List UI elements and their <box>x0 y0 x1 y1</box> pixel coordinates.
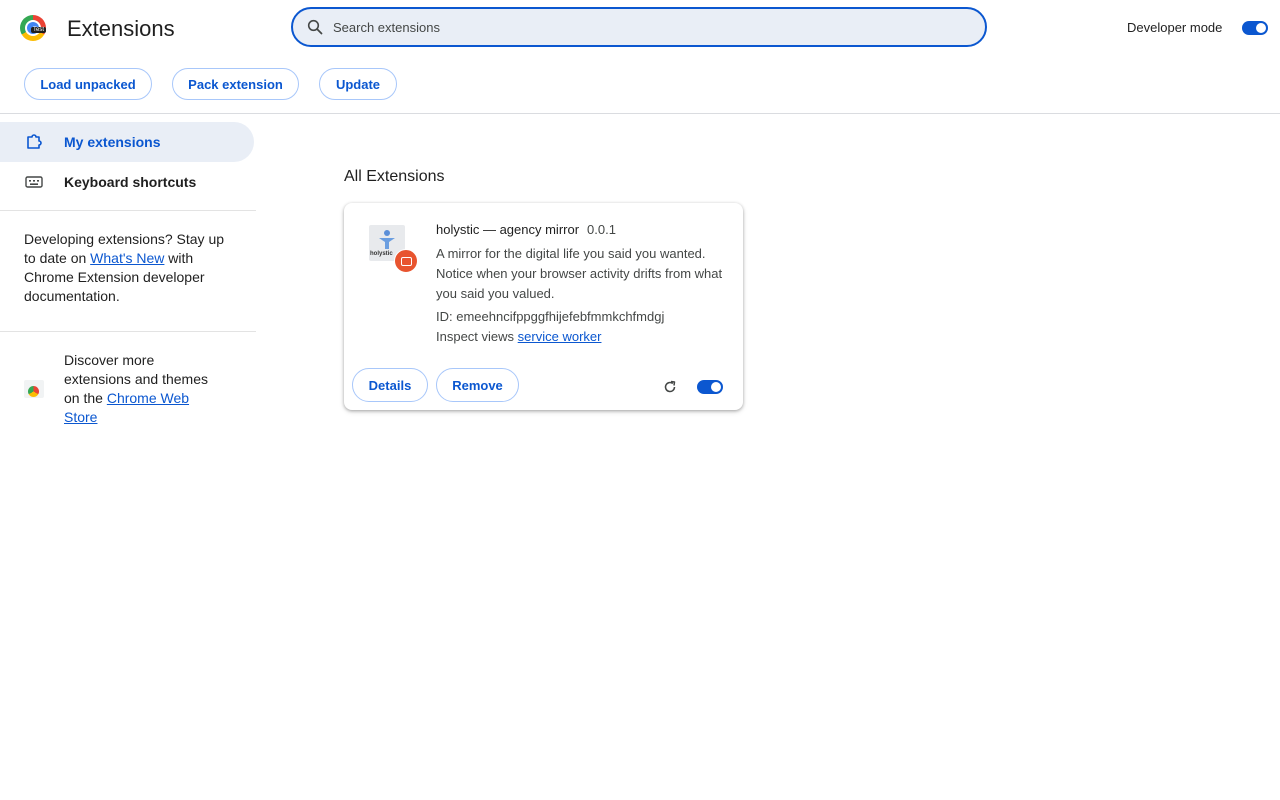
extension-name-line: holystic — agency mirror 0.0.1 <box>436 222 616 237</box>
service-worker-link[interactable]: service worker <box>518 329 602 344</box>
search-icon <box>307 19 323 35</box>
remove-button[interactable]: Remove <box>436 368 519 402</box>
keyboard-icon <box>24 172 44 192</box>
test-badge: Test <box>31 27 47 33</box>
sidebar-item-my-extensions[interactable]: My extensions <box>0 122 254 162</box>
sidebar-divider <box>0 210 256 211</box>
load-unpacked-button[interactable]: Load unpacked <box>24 68 152 100</box>
extension-id: ID: emeehncifppggfhijefebfmmkchfmdgj <box>436 309 665 324</box>
extension-description: A mirror for the digital life you said y… <box>436 246 723 301</box>
search-input[interactable] <box>331 18 935 36</box>
sidebar-divider <box>0 331 256 332</box>
web-store-note: Discover more extensions and themes on t… <box>64 352 208 425</box>
reload-icon[interactable] <box>662 379 678 395</box>
extension-enable-toggle[interactable] <box>697 380 723 394</box>
header-divider <box>0 113 1280 114</box>
page-title: Extensions <box>67 16 175 41</box>
extension-version: 0.0.1 <box>587 222 616 237</box>
whats-new-note: Developing extensions? Stay up to date o… <box>24 231 225 304</box>
extension-card: holystic holystic — agency mirror 0.0.1 A… <box>344 203 743 410</box>
sidebar-item-keyboard-shortcuts[interactable]: Keyboard shortcuts <box>0 162 254 202</box>
section-title: All Extensions <box>344 168 445 185</box>
extension-name: holystic — agency mirror <box>436 222 580 237</box>
record-badge-icon <box>394 249 418 273</box>
inspect-views: Inspect views service worker <box>436 329 602 344</box>
pack-extension-button[interactable]: Pack extension <box>172 68 299 100</box>
chrome-web-store-icon <box>24 380 44 398</box>
sidebar-item-label: My extensions <box>64 134 161 150</box>
developer-mode-toggle[interactable] <box>1242 21 1268 35</box>
whats-new-link[interactable]: What's New <box>90 250 164 266</box>
sidebar-item-label: Keyboard shortcuts <box>64 174 197 190</box>
details-button[interactable]: Details <box>352 368 428 402</box>
developer-mode-label: Developer mode <box>1127 20 1223 35</box>
search-bar[interactable] <box>291 7 987 47</box>
extension-puzzle-icon <box>24 132 44 152</box>
update-button[interactable]: Update <box>319 68 397 100</box>
